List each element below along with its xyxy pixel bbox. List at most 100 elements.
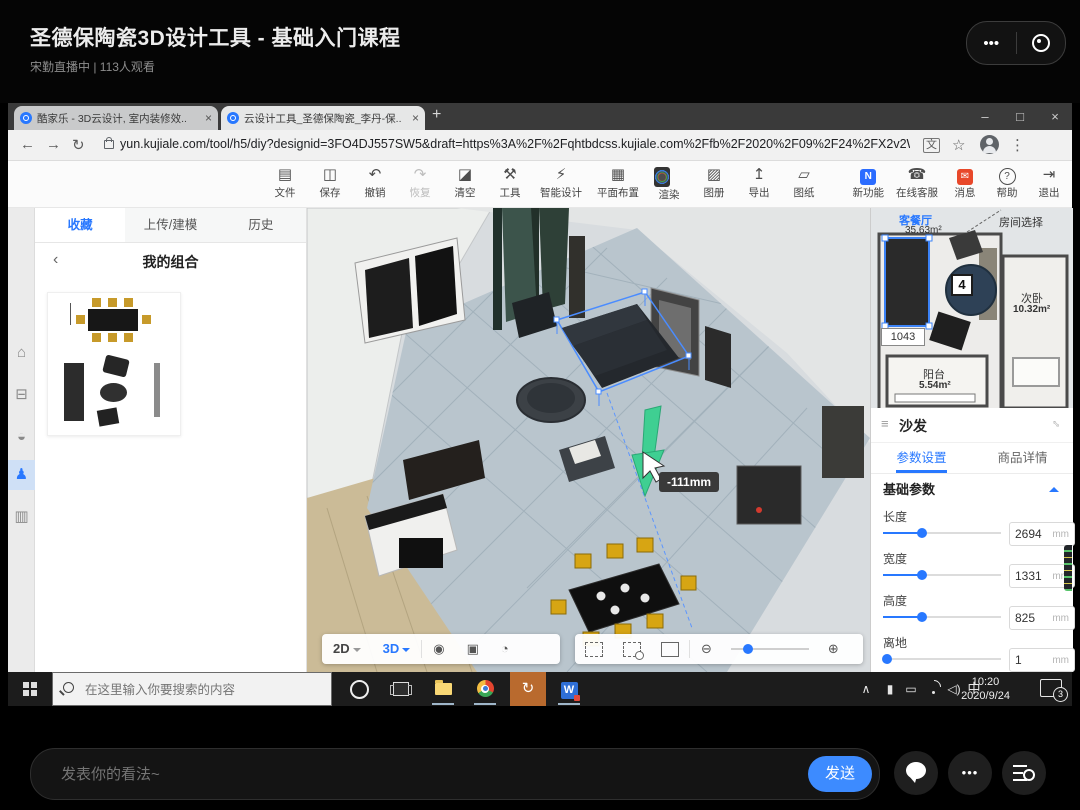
toolbar-file[interactable]: ▤文件 (270, 165, 300, 202)
notification-center-button[interactable]: 3 (1040, 679, 1062, 697)
browser-tab-2[interactable]: 云设计工具_圣德保陶瓷_李丹-保.. × (221, 106, 425, 130)
danmaku-toggle-button[interactable] (894, 751, 938, 795)
zoom-slider-handle[interactable] (743, 644, 753, 654)
right-edge-tab[interactable] (1064, 545, 1072, 591)
height-slider[interactable] (883, 616, 1001, 618)
slider-handle[interactable] (917, 612, 927, 622)
3d-viewport[interactable]: -111mm 2D 3D ◉ ▣ ◔ ⊖ ⊕ (307, 208, 870, 672)
toolbar-save[interactable]: ◫保存 (315, 165, 345, 202)
reload-icon[interactable]: ↻ (72, 136, 85, 154)
browser-tab-1[interactable]: 酷家乐 - 3D云设计, 室内装修效.. × (14, 106, 218, 130)
room-selector[interactable]: 房间选择 (999, 214, 1043, 230)
toolbar-drawings[interactable]: ▱图纸 (789, 165, 819, 202)
new-tab-button[interactable]: + (432, 106, 441, 124)
toolbar-clear[interactable]: ◪清空 (450, 165, 480, 202)
tray-chevron-up[interactable]: ∧ (856, 672, 876, 706)
address-bar[interactable]: yun.kujiale.com/tool/h5/diy?designid=3FO… (120, 137, 910, 151)
toolbar-smart-design[interactable]: ⚡智能设计 (540, 165, 582, 202)
zoom-out-button[interactable]: ⊖ (690, 634, 723, 664)
tray-device-icon[interactable]: ▮ (882, 672, 898, 706)
toolbar-exit[interactable]: ⇥退出 (1034, 165, 1064, 200)
chat-input[interactable] (59, 749, 763, 799)
cabinet-icon[interactable]: ▥ (8, 502, 35, 532)
stream-more-button[interactable]: ••• (967, 35, 1016, 52)
zoom-slider[interactable] (731, 648, 809, 650)
toolbar-support[interactable]: ☎在线客服 (896, 165, 938, 200)
cortana-button[interactable] (340, 672, 378, 706)
maximize-button[interactable]: □ (1003, 103, 1037, 130)
send-button[interactable]: 发送 (808, 756, 872, 792)
minimize-button[interactable]: – (968, 103, 1002, 130)
close-button[interactable]: × (1038, 103, 1072, 130)
bookmark-star-icon[interactable]: ☆ (952, 136, 965, 154)
record-button[interactable] (1017, 32, 1066, 54)
drag-handle-icon[interactable]: ≡ (881, 416, 889, 431)
viewer-list-button[interactable] (1002, 751, 1046, 795)
chrome-button[interactable] (466, 672, 504, 706)
compass-orbit-button[interactable]: ◔ (490, 634, 520, 664)
toolbar-new-features[interactable]: N新功能 (853, 165, 885, 200)
elevation-value-input[interactable]: 1mm (1009, 648, 1075, 672)
visibility-eye-button[interactable]: ◉ (422, 634, 455, 664)
floorplan-minimap[interactable]: 客餐厅 35.63m² 房间选择 4 1043 次卧 10.32m² 阳台 5.… (871, 208, 1073, 408)
back-chevron-icon[interactable]: ‹ (53, 251, 58, 269)
elevation-slider[interactable] (883, 658, 1001, 660)
figure-icon[interactable]: ♟ (8, 460, 35, 490)
slider-handle[interactable] (917, 570, 927, 580)
toolbar-floorplan[interactable]: ▦平面布置 (597, 165, 639, 202)
length-value-input[interactable]: 2694mm (1009, 522, 1075, 546)
cube-view-button[interactable]: ▣ (456, 634, 490, 664)
view-mode-toolbar: 2D 3D ◉ ▣ ◔ (322, 634, 560, 664)
soft-furnish-icon[interactable]: ⊟ (8, 380, 35, 410)
furniture-combo-item[interactable] (47, 292, 181, 436)
marquee-settings-icon[interactable] (623, 642, 641, 657)
width-slider[interactable] (883, 574, 1001, 576)
slider-handle[interactable] (917, 528, 927, 538)
browser-menu-icon[interactable]: ⋮ (1010, 136, 1025, 154)
tab-close-icon[interactable]: × (205, 111, 212, 125)
file-explorer-button[interactable] (424, 672, 462, 706)
tray-volume-icon[interactable]: ◁) (946, 672, 962, 706)
decor-icon[interactable]: ◒ (8, 422, 35, 452)
tab-history[interactable]: 历史 (216, 208, 306, 242)
focus-selection-icon[interactable] (661, 642, 679, 657)
tray-wifi-icon[interactable] (924, 672, 942, 706)
chat-more-button[interactable]: ••• (948, 751, 992, 795)
kujiale-app-button[interactable]: ↻ (510, 672, 546, 706)
tab-parameters[interactable]: 参数设置 (871, 443, 972, 473)
toolbar-tools[interactable]: ⚒工具 (495, 165, 525, 202)
task-view-button[interactable] (382, 672, 420, 706)
tray-clock[interactable]: 10:20 2020/9/24 (961, 675, 1010, 703)
length-slider[interactable] (883, 532, 1001, 534)
slider-handle[interactable] (882, 654, 892, 664)
start-button[interactable] (8, 672, 52, 706)
toolbar-messages[interactable]: ✉消息 (950, 165, 980, 200)
mode-2d-button[interactable]: 2D (322, 634, 372, 664)
tab-close-icon[interactable]: × (412, 111, 419, 125)
forward-icon[interactable]: → (46, 136, 61, 153)
mode-3d-button[interactable]: 3D (372, 634, 422, 664)
tab-upload-model[interactable]: 上传/建模 (125, 208, 215, 242)
basic-params-section[interactable]: 基础参数 (871, 474, 1073, 506)
toolbar-undo[interactable]: ↶撤销 (360, 165, 390, 202)
translate-icon[interactable]: 文 (923, 138, 940, 153)
tray-keyboard-icon[interactable]: ▭ (902, 672, 920, 706)
expand-icon[interactable]: ⇔ (1048, 414, 1066, 432)
taskbar-search[interactable] (52, 672, 332, 706)
height-value-input[interactable]: 825mm (1009, 606, 1075, 630)
toolbar-export[interactable]: ↥导出 (744, 165, 774, 202)
search-input[interactable] (83, 673, 322, 707)
toolbar-redo[interactable]: ↷恢复 (405, 165, 435, 202)
tab-favorites[interactable]: 收藏 (35, 208, 125, 242)
toolbar-render[interactable]: ◉渲染 (654, 165, 684, 202)
wps-app-button[interactable]: W (550, 672, 588, 706)
toolbar-help[interactable]: ?帮助 (992, 165, 1022, 200)
hard-furnish-icon[interactable]: ⌂ (8, 338, 35, 368)
back-icon[interactable]: ← (20, 136, 35, 153)
marquee-select-icon[interactable] (585, 642, 603, 657)
tab-product-details[interactable]: 商品详情 (972, 443, 1073, 473)
toolbar-gallery[interactable]: ▨图册 (699, 165, 729, 202)
param-elevation: 离地 1mm (871, 632, 1073, 674)
profile-avatar[interactable] (980, 135, 999, 154)
zoom-in-button[interactable]: ⊕ (817, 634, 850, 664)
